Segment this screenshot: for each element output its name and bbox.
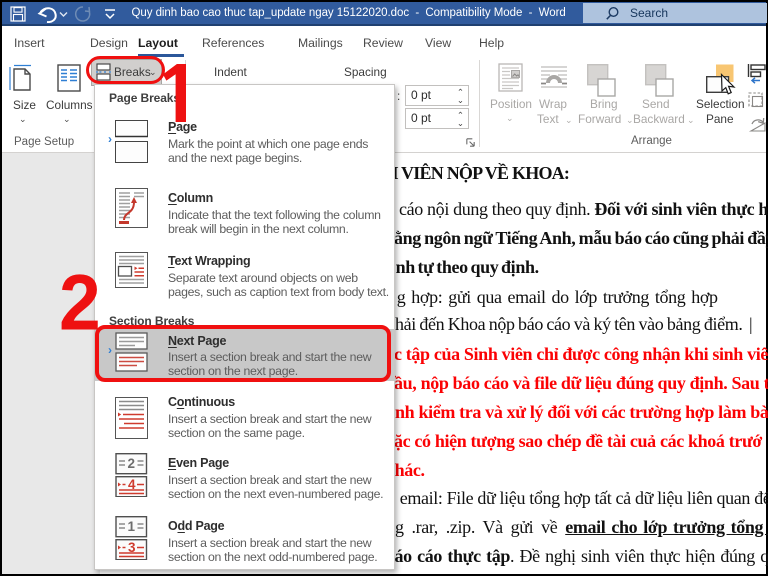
svg-text:3: 3 [128,540,136,555]
svg-text:2: 2 [128,456,136,471]
svg-text:1: 1 [128,519,136,534]
svg-text:2: 2 [59,259,101,347]
svg-text:4: 4 [128,477,136,492]
